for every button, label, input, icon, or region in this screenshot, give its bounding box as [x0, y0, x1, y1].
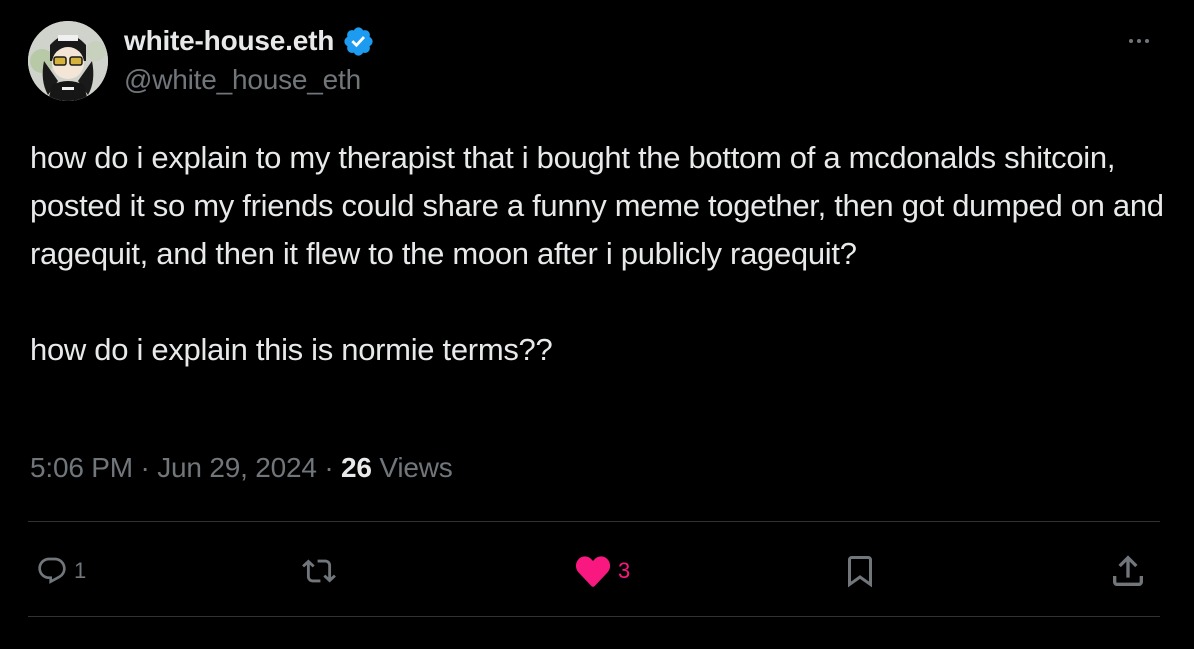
like-button[interactable]: 3	[574, 551, 630, 591]
heart-icon	[575, 556, 611, 587]
tweet-time[interactable]: 5:06 PM	[30, 452, 133, 483]
divider	[28, 521, 1160, 522]
views-label: Views	[379, 452, 453, 483]
more-dot-icon	[1145, 39, 1149, 43]
like-count: 3	[618, 558, 631, 583]
reply-icon	[38, 557, 66, 584]
meta-separator: ·	[324, 452, 334, 483]
tweet-paragraph: how do i explain this is normie terms??	[30, 332, 553, 367]
more-options-button[interactable]	[1122, 26, 1156, 56]
tweet-date[interactable]: Jun 29, 2024	[157, 452, 317, 483]
verified-badge-icon	[342, 25, 375, 58]
share-button[interactable]	[1108, 551, 1148, 591]
retweet-icon	[302, 559, 336, 583]
divider	[28, 616, 1160, 617]
avatar[interactable]	[28, 21, 108, 101]
tweet-meta: 5:06 PM · Jun 29, 2024 · 26 Views	[30, 452, 453, 484]
bookmark-button[interactable]	[842, 551, 878, 591]
views-count: 26	[341, 452, 372, 483]
tweet-text: how do i explain to my therapist that i …	[30, 134, 1170, 374]
retweet-button[interactable]	[302, 551, 342, 591]
reply-count: 1	[74, 558, 87, 583]
tweet-paragraph: how do i explain to my therapist that i …	[30, 140, 1164, 271]
meta-separator: ·	[140, 452, 150, 483]
more-dot-icon	[1137, 39, 1141, 43]
author-name-row[interactable]: white-house.eth	[124, 24, 375, 58]
tweet-card: white-house.eth @white_house_eth how do …	[0, 0, 1194, 649]
avatar-icon	[28, 21, 108, 101]
bookmark-icon	[848, 556, 872, 588]
display-name[interactable]: white-house.eth	[124, 25, 334, 57]
share-icon	[1113, 555, 1143, 586]
more-dot-icon	[1129, 39, 1133, 43]
reply-button[interactable]: 1	[36, 551, 86, 591]
author-handle[interactable]: @white_house_eth	[124, 64, 361, 96]
